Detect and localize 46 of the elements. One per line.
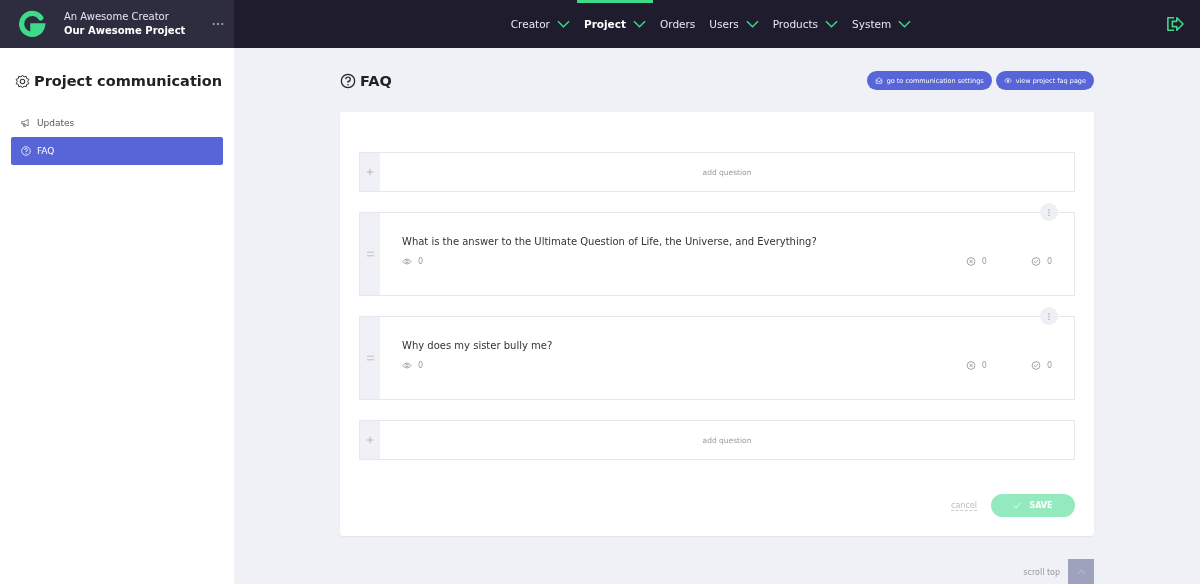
cross-circle-icon bbox=[965, 361, 976, 370]
eye-icon bbox=[1003, 77, 1012, 84]
logo-icon bbox=[18, 10, 46, 38]
chevron-up-icon bbox=[1076, 569, 1086, 575]
eye-icon bbox=[402, 257, 412, 266]
more-icon[interactable] bbox=[212, 22, 224, 26]
question-item[interactable]: Why does my sister bully me? 0 0 0 bbox=[359, 316, 1075, 400]
project-name: Our Awesome Project bbox=[64, 24, 187, 38]
sidebar-item[interactable]: FAQ bbox=[11, 137, 223, 165]
sidebar-item[interactable]: Updates bbox=[11, 109, 223, 137]
chevron-down-icon[interactable] bbox=[898, 20, 912, 28]
question-text: Why does my sister bully me? bbox=[402, 340, 554, 351]
check-circle-icon bbox=[1030, 257, 1041, 266]
cross-circle-icon bbox=[965, 257, 976, 266]
settings-icon bbox=[15, 73, 30, 89]
views-count: 0 bbox=[418, 257, 424, 266]
sidebar-title: Project communication bbox=[34, 73, 223, 89]
nav-tab[interactable]: System bbox=[845, 0, 919, 48]
scroll-top-label: scroll top bbox=[1023, 567, 1060, 577]
nav-tab[interactable]: Creator bbox=[503, 0, 577, 48]
logout-icon[interactable] bbox=[1166, 16, 1184, 32]
envelope-icon bbox=[874, 77, 883, 84]
nav-tab[interactable]: Products bbox=[765, 0, 846, 48]
views-count: 0 bbox=[418, 361, 424, 370]
question-item[interactable]: What is the answer to the Ultimate Question of Life, the Universe, and Everything? 0 0 0 bbox=[359, 212, 1075, 296]
drag-handle-icon[interactable] bbox=[360, 213, 380, 295]
creator-name: An Awesome Creator bbox=[64, 10, 170, 24]
chevron-down-icon[interactable] bbox=[825, 20, 839, 28]
accepted-count: 0 bbox=[1046, 361, 1052, 370]
chevron-down-icon[interactable] bbox=[633, 20, 646, 28]
question-icon bbox=[340, 72, 356, 89]
question-icon bbox=[21, 146, 31, 156]
chevron-down-icon[interactable] bbox=[556, 20, 570, 28]
drag-handle-icon[interactable] bbox=[360, 317, 380, 399]
rejected-count: 0 bbox=[981, 257, 987, 266]
accepted-count: 0 bbox=[1046, 257, 1052, 266]
page-title: FAQ bbox=[360, 72, 392, 89]
chevron-down-icon[interactable] bbox=[745, 20, 759, 28]
eye-icon bbox=[402, 361, 412, 370]
rejected-count: 0 bbox=[981, 361, 987, 370]
nav-tab[interactable]: Users bbox=[702, 0, 766, 48]
question-text: What is the answer to the Ultimate Question of Life, the Universe, and Everything? bbox=[402, 236, 818, 247]
megaphone-icon bbox=[21, 118, 31, 128]
check-icon bbox=[1013, 502, 1022, 509]
nav-tab[interactable]: Orders bbox=[653, 0, 703, 48]
check-circle-icon bbox=[1030, 361, 1041, 370]
